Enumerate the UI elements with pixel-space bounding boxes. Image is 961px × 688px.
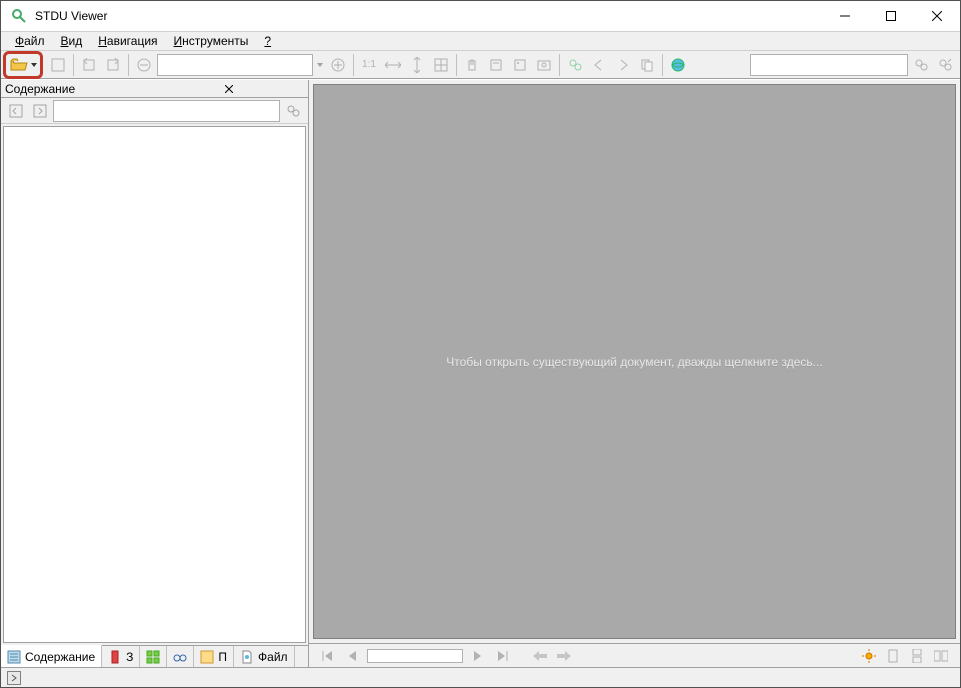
snapshot-button[interactable] bbox=[533, 54, 555, 76]
tutorial-highlight bbox=[3, 51, 43, 79]
menu-view[interactable]: Вид bbox=[53, 32, 91, 50]
panel-find-button[interactable] bbox=[282, 100, 304, 122]
facing-button[interactable] bbox=[932, 647, 950, 665]
panel-content bbox=[3, 126, 306, 643]
main-area: Чтобы открыть существующий документ, два… bbox=[309, 80, 960, 667]
next-page-button[interactable] bbox=[469, 647, 487, 665]
tab-file[interactable]: Файл bbox=[234, 646, 295, 667]
expand-button[interactable] bbox=[29, 100, 51, 122]
panel-filter-input[interactable] bbox=[53, 100, 280, 122]
tab-contents[interactable]: Содержание bbox=[1, 645, 102, 667]
tab-bookmarks-label: З bbox=[126, 650, 133, 664]
document-view[interactable]: Чтобы открыть существующий документ, два… bbox=[313, 84, 956, 639]
tab-contents-label: Содержание bbox=[25, 650, 95, 664]
bookmark-icon bbox=[108, 650, 122, 664]
toolbar: 1:1 bbox=[1, 51, 960, 79]
binoculars-icon bbox=[173, 650, 187, 664]
panel-grip[interactable] bbox=[7, 671, 21, 685]
nav-forward-button[interactable] bbox=[612, 54, 634, 76]
contents-icon bbox=[7, 650, 21, 664]
single-page-button[interactable] bbox=[884, 647, 902, 665]
tab-pages[interactable]: П bbox=[194, 646, 234, 667]
tab-file-label: Файл bbox=[258, 650, 288, 664]
history-back-button[interactable] bbox=[531, 647, 549, 665]
find-button[interactable] bbox=[564, 54, 586, 76]
separator bbox=[559, 54, 560, 76]
close-button[interactable] bbox=[914, 1, 960, 30]
tab-search[interactable] bbox=[167, 646, 194, 667]
tab-pages-label: П bbox=[218, 650, 227, 664]
menu-tools[interactable]: Инструменты bbox=[166, 32, 257, 50]
titlebar: STDU Viewer bbox=[1, 1, 960, 31]
collapse-button[interactable] bbox=[5, 100, 27, 122]
fit-height-button[interactable] bbox=[406, 54, 428, 76]
open-hint: Чтобы открыть существующий документ, два… bbox=[446, 355, 822, 369]
brightness-button[interactable] bbox=[860, 647, 878, 665]
menubar: Файл Вид Навигация Инструменты ? bbox=[1, 31, 960, 51]
menu-file[interactable]: Файл bbox=[7, 32, 53, 50]
find-next-button[interactable] bbox=[934, 54, 956, 76]
body: Содержание Содержание З bbox=[1, 79, 960, 667]
tab-thumbnails[interactable] bbox=[140, 646, 167, 667]
rotate-left-button[interactable] bbox=[78, 54, 100, 76]
panel-toolbar bbox=[1, 98, 308, 124]
nav-back-button[interactable] bbox=[588, 54, 610, 76]
panel-header: Содержание bbox=[1, 80, 308, 98]
zoom-in-button[interactable] bbox=[327, 54, 349, 76]
first-page-button[interactable] bbox=[319, 647, 337, 665]
web-button[interactable] bbox=[667, 54, 689, 76]
select-image-button[interactable] bbox=[509, 54, 531, 76]
tab-bookmarks[interactable]: З bbox=[102, 646, 140, 667]
search-input[interactable] bbox=[750, 54, 908, 76]
find-prev-button[interactable] bbox=[910, 54, 932, 76]
window-buttons bbox=[822, 1, 960, 31]
save-button[interactable] bbox=[47, 54, 69, 76]
last-page-button[interactable] bbox=[493, 647, 511, 665]
maximize-button[interactable] bbox=[868, 1, 914, 30]
zoom-out-button[interactable] bbox=[133, 54, 155, 76]
page-slider[interactable] bbox=[367, 649, 463, 663]
fit-page-button[interactable] bbox=[430, 54, 452, 76]
panel-title: Содержание bbox=[5, 82, 155, 96]
pages-icon bbox=[200, 650, 214, 664]
hand-tool-button[interactable] bbox=[461, 54, 483, 76]
separator bbox=[353, 54, 354, 76]
panel-close-button[interactable] bbox=[155, 82, 305, 96]
select-text-button[interactable] bbox=[485, 54, 507, 76]
menu-navigation[interactable]: Навигация bbox=[90, 32, 165, 50]
app-window: STDU Viewer Файл Вид Навигация Инструмен… bbox=[0, 0, 961, 688]
nav-bar bbox=[309, 643, 960, 667]
fit-width-button[interactable] bbox=[382, 54, 404, 76]
panel-tabs: Содержание З П Файл bbox=[1, 645, 308, 667]
separator bbox=[128, 54, 129, 76]
open-file-button[interactable] bbox=[8, 54, 30, 76]
open-dropdown-icon[interactable] bbox=[30, 63, 38, 67]
prev-page-button[interactable] bbox=[343, 647, 361, 665]
copy-button[interactable] bbox=[636, 54, 658, 76]
rotate-right-button[interactable] bbox=[102, 54, 124, 76]
file-icon bbox=[240, 650, 254, 664]
status-bar bbox=[1, 667, 960, 687]
minimize-button[interactable] bbox=[822, 1, 868, 30]
separator bbox=[456, 54, 457, 76]
history-forward-button[interactable] bbox=[555, 647, 573, 665]
zoom-dropdown-icon[interactable] bbox=[315, 63, 325, 67]
app-title: STDU Viewer bbox=[35, 9, 822, 23]
continuous-button[interactable] bbox=[908, 647, 926, 665]
left-panel: Содержание Содержание З bbox=[1, 80, 309, 667]
zoom-11-button[interactable]: 1:1 bbox=[358, 54, 380, 76]
thumbnails-icon bbox=[146, 650, 160, 664]
menu-help[interactable]: ? bbox=[256, 32, 279, 50]
app-icon bbox=[11, 8, 27, 24]
separator bbox=[662, 54, 663, 76]
zoom-combo[interactable] bbox=[157, 54, 313, 76]
separator bbox=[73, 54, 74, 76]
